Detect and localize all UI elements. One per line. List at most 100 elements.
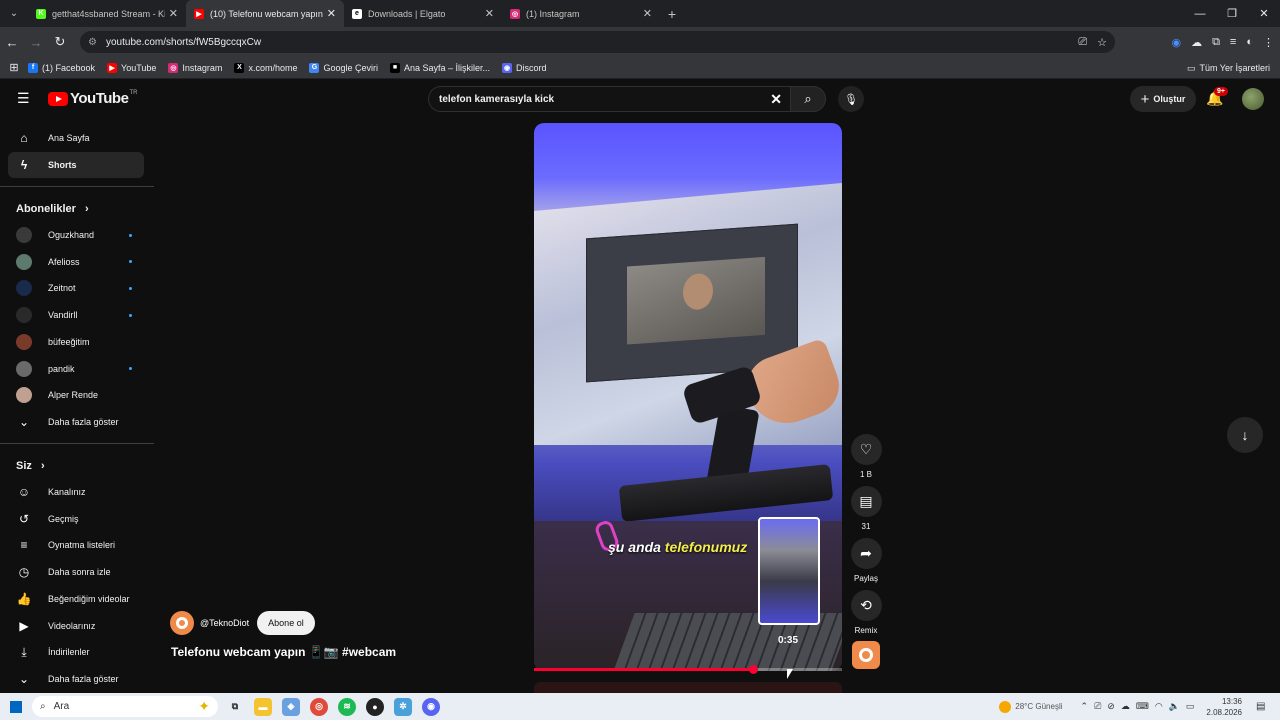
next-short-peek[interactable] bbox=[534, 682, 842, 693]
channel-avatar[interactable] bbox=[170, 611, 194, 635]
subscribe-button[interactable]: Abone ol bbox=[257, 611, 315, 635]
all-bookmarks-button[interactable]: ▭ Tüm Yer İşaretleri bbox=[1187, 57, 1270, 79]
profile-icon[interactable]: ◐ bbox=[1246, 36, 1253, 48]
sidebar-subscription[interactable]: büfeeğitim bbox=[8, 329, 144, 355]
chevron-up-icon[interactable]: ⌃ bbox=[1081, 701, 1089, 712]
close-tab-icon[interactable]: ✕ bbox=[485, 7, 494, 20]
weather-widget[interactable]: 28°C Güneşli bbox=[999, 700, 1063, 713]
taskbar-search[interactable]: ⌕ Ara ✦ bbox=[32, 696, 218, 717]
voice-search-button[interactable]: 🎙 bbox=[838, 86, 864, 112]
new-tab-button[interactable]: + bbox=[660, 0, 684, 27]
notification-center-icon[interactable]: ▤ bbox=[1256, 701, 1272, 712]
channel-name[interactable]: @TeknoDiot bbox=[200, 618, 249, 628]
comment-icon: ▤ bbox=[859, 493, 873, 509]
comments-button[interactable]: ▤ bbox=[850, 486, 882, 517]
create-button[interactable]: + Oluştur bbox=[1130, 86, 1196, 112]
hamburger-menu-icon[interactable]: ☰ bbox=[17, 91, 31, 105]
close-tab-icon[interactable]: ✕ bbox=[643, 7, 652, 20]
show-more-you[interactable]: ⌄ Daha fazla göster bbox=[8, 666, 144, 692]
bookmark-item[interactable]: ▶ YouTube bbox=[107, 62, 156, 73]
sidebar-subscription[interactable]: Alper Rende bbox=[8, 382, 144, 408]
address-bar[interactable]: ⚙ youtube.com/shorts/fW5BgccqxCw ⎚ ☆ bbox=[80, 31, 1115, 53]
tray-app-3-icon[interactable]: ☁ bbox=[1121, 701, 1130, 712]
close-tab-icon[interactable]: ✕ bbox=[169, 7, 178, 20]
tray-app-2-icon[interactable]: ⊘ bbox=[1107, 701, 1115, 712]
browser-menu-icon[interactable]: ⋮ bbox=[1263, 36, 1274, 49]
sidebar-subscription[interactable]: pandik bbox=[8, 356, 144, 382]
extension-icon[interactable]: ◉ bbox=[1171, 36, 1181, 49]
discord-icon[interactable]: ◉ bbox=[422, 697, 440, 716]
browser-tab[interactable]: Kgetthat4ssbaned Stream - Kick ✕ bbox=[28, 0, 186, 27]
browser-tab[interactable]: e Downloads | Elgato ✕ bbox=[344, 0, 502, 27]
sidebar-subscription[interactable]: Oguzkhand bbox=[8, 222, 144, 248]
share-button[interactable]: ➦ bbox=[850, 538, 882, 569]
search-input[interactable]: telefon kamerasıyla kick ✕ bbox=[428, 86, 790, 112]
shorts-player[interactable]: şu anda telefonumuz bbox=[534, 123, 842, 671]
remix-button[interactable]: ⟲ bbox=[850, 590, 882, 621]
sidebar-item-playlists[interactable]: ≡ Oynatma listeleri bbox=[8, 532, 144, 558]
task-view-icon[interactable]: ⧉ bbox=[226, 698, 244, 716]
bookmark-item[interactable]: G Google Çeviri bbox=[309, 62, 378, 73]
bookmark-item[interactable]: f (1) Facebook bbox=[28, 62, 95, 73]
reload-button[interactable]: ↻ bbox=[48, 27, 72, 57]
progress-scrubber[interactable] bbox=[748, 665, 758, 674]
you-heading[interactable]: Siz › bbox=[16, 460, 45, 472]
site-info-icon[interactable]: ⚙ bbox=[88, 37, 100, 48]
bookmark-star-icon[interactable]: ☆ bbox=[1097, 36, 1107, 49]
show-more-subscriptions[interactable]: ⌄ Daha fazla göster bbox=[8, 409, 144, 435]
file-explorer-icon[interactable]: ▬ bbox=[254, 697, 272, 716]
bookmark-label: Instagram bbox=[182, 62, 223, 73]
install-app-icon[interactable]: ⎚ bbox=[1078, 36, 1087, 49]
sidebar-item-liked[interactable]: 👍 Beğendiğim videolar bbox=[8, 586, 144, 612]
apps-grid-icon[interactable]: ⊞ bbox=[0, 61, 28, 74]
sidebar-item-your-videos[interactable]: ▶ Videolarınız bbox=[8, 613, 144, 639]
app-icon[interactable]: ● bbox=[366, 697, 384, 716]
close-tab-icon[interactable]: ✕ bbox=[327, 7, 336, 20]
sidebar-subscription[interactable]: Afelioss bbox=[8, 249, 144, 275]
restore-icon[interactable]: ❐ bbox=[1216, 0, 1248, 27]
system-clock[interactable]: 13:36 2.08.2026 bbox=[1206, 696, 1242, 718]
close-window-icon[interactable]: ✕ bbox=[1248, 0, 1280, 27]
browser-tab[interactable]: ◎ (1) Instagram ✕ bbox=[502, 0, 660, 27]
bookmark-item[interactable]: ◎ Instagram bbox=[168, 62, 223, 73]
next-short-button[interactable]: ↓ bbox=[1227, 417, 1263, 453]
subscriptions-heading[interactable]: Abonelikler › bbox=[16, 203, 89, 215]
volume-icon[interactable]: 🔈 bbox=[1169, 701, 1180, 712]
search-button[interactable]: ⌕ bbox=[790, 86, 826, 112]
notifications-button[interactable]: 🔔 9+ bbox=[1206, 87, 1228, 108]
sidebar-subscription[interactable]: Zeitnot bbox=[8, 275, 144, 301]
sidebar-item-downloads[interactable]: ⤓ İndirilenler bbox=[8, 639, 144, 665]
sidebar-item-shorts[interactable]: ϟ Shorts bbox=[8, 152, 144, 178]
store-icon[interactable]: ◈ bbox=[282, 697, 300, 716]
sidebar-item-channel[interactable]: ☺ Kanalınız bbox=[8, 479, 144, 505]
back-button[interactable]: ← bbox=[0, 27, 24, 57]
chrome-icon[interactable]: ◎ bbox=[310, 697, 328, 716]
clear-search-icon[interactable]: ✕ bbox=[770, 91, 782, 108]
tray-app-icon[interactable]: ⎚ bbox=[1094, 701, 1101, 712]
tab-search-button[interactable]: ⌄ bbox=[0, 0, 28, 27]
progress-bar[interactable] bbox=[534, 665, 842, 674]
sound-button[interactable] bbox=[852, 641, 880, 669]
extension-2-icon[interactable]: ☁ bbox=[1191, 36, 1202, 49]
minimize-icon[interactable]: — bbox=[1184, 0, 1216, 27]
media-controls-icon[interactable]: ≡ bbox=[1230, 36, 1236, 48]
like-button[interactable]: ♡ bbox=[850, 434, 882, 465]
sidebar-item-home[interactable]: ⌂ Ana Sayfa bbox=[8, 125, 144, 151]
settings-app-icon[interactable]: ✲ bbox=[394, 697, 412, 716]
forward-button[interactable]: → bbox=[24, 27, 48, 57]
language-icon[interactable]: ⌨ bbox=[1136, 701, 1149, 712]
start-button[interactable] bbox=[0, 693, 32, 720]
sidebar-item-watch-later[interactable]: ◷ Daha sonra izle bbox=[8, 559, 144, 585]
account-avatar[interactable] bbox=[1242, 88, 1264, 110]
sidebar-subscription[interactable]: Vandirll bbox=[8, 302, 144, 328]
bookmark-item[interactable]: ◉ Discord bbox=[502, 62, 547, 73]
extensions-puzzle-icon[interactable]: ⧉ bbox=[1212, 36, 1220, 49]
battery-icon[interactable]: ▭ bbox=[1186, 701, 1195, 712]
sidebar-item-history[interactable]: ↺ Geçmiş bbox=[8, 506, 144, 532]
bookmark-item[interactable]: Xx.com/home bbox=[234, 62, 297, 73]
spotify-icon[interactable]: ≋ bbox=[338, 697, 356, 716]
youtube-logo[interactable]: YouTube TR bbox=[48, 90, 137, 107]
browser-tab[interactable]: ▶ (10) Telefonu webcam yapın ✕ bbox=[186, 0, 344, 27]
wifi-icon[interactable]: ◠ bbox=[1155, 701, 1163, 712]
bookmark-item[interactable]: ■ Ana Sayfa – İlişkiler... bbox=[390, 62, 490, 73]
